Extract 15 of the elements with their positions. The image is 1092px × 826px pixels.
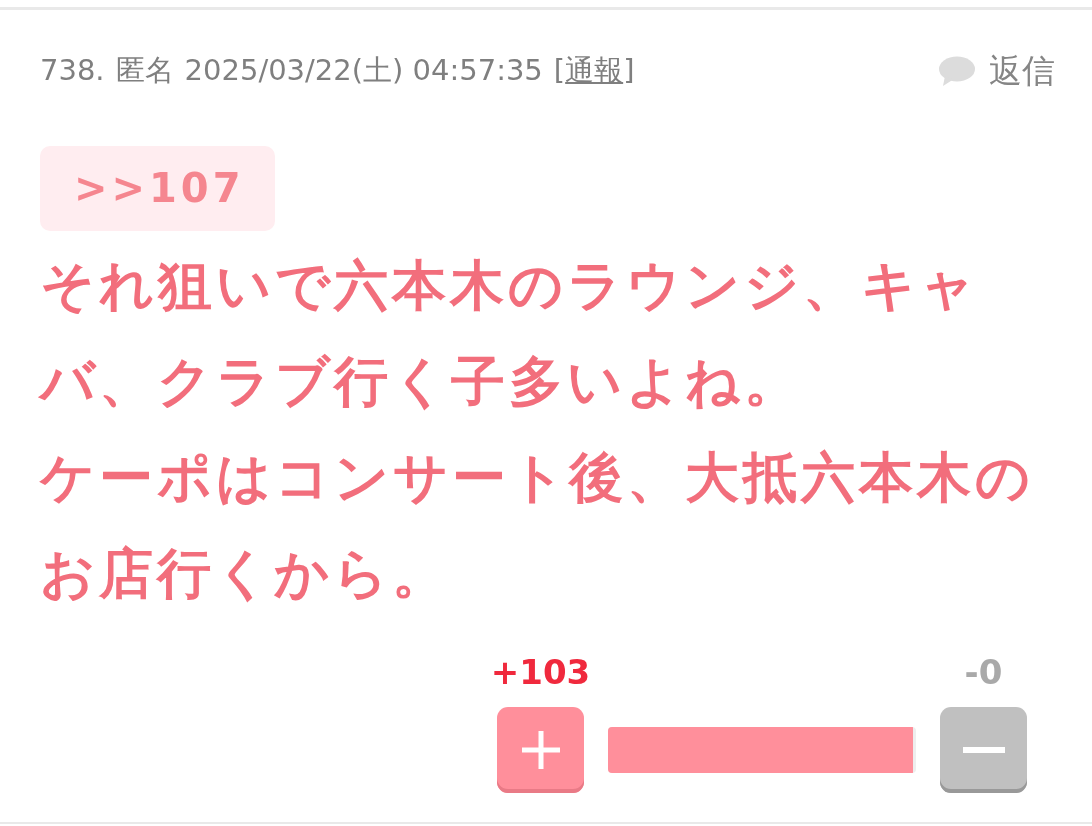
reply-button[interactable]: 返信 xyxy=(939,48,1055,94)
post-number: 738. xyxy=(40,53,105,87)
upvote-button[interactable] xyxy=(497,707,584,793)
reply-anchor-link[interactable]: >>107 xyxy=(40,146,275,231)
post-text: ケーポはコンサート後、大抵六本木のお店行くから。 xyxy=(40,445,1035,607)
post-text: それ狙いで六本木のラウンジ、キャバ、クラブ行く子多いよね。 xyxy=(40,253,980,415)
downvote-button[interactable] xyxy=(940,707,1027,793)
upvote-count: +103 xyxy=(490,652,591,692)
downvote-count: -0 xyxy=(964,652,1003,692)
author-name: 匿名 xyxy=(115,52,174,89)
report-link[interactable]: [通報] xyxy=(553,51,635,91)
post-datetime: 2025/03/22(土) 04:57:35 xyxy=(184,52,543,89)
speech-bubble-icon xyxy=(939,56,975,86)
plus-icon xyxy=(521,731,560,769)
minus-icon xyxy=(962,747,1005,753)
